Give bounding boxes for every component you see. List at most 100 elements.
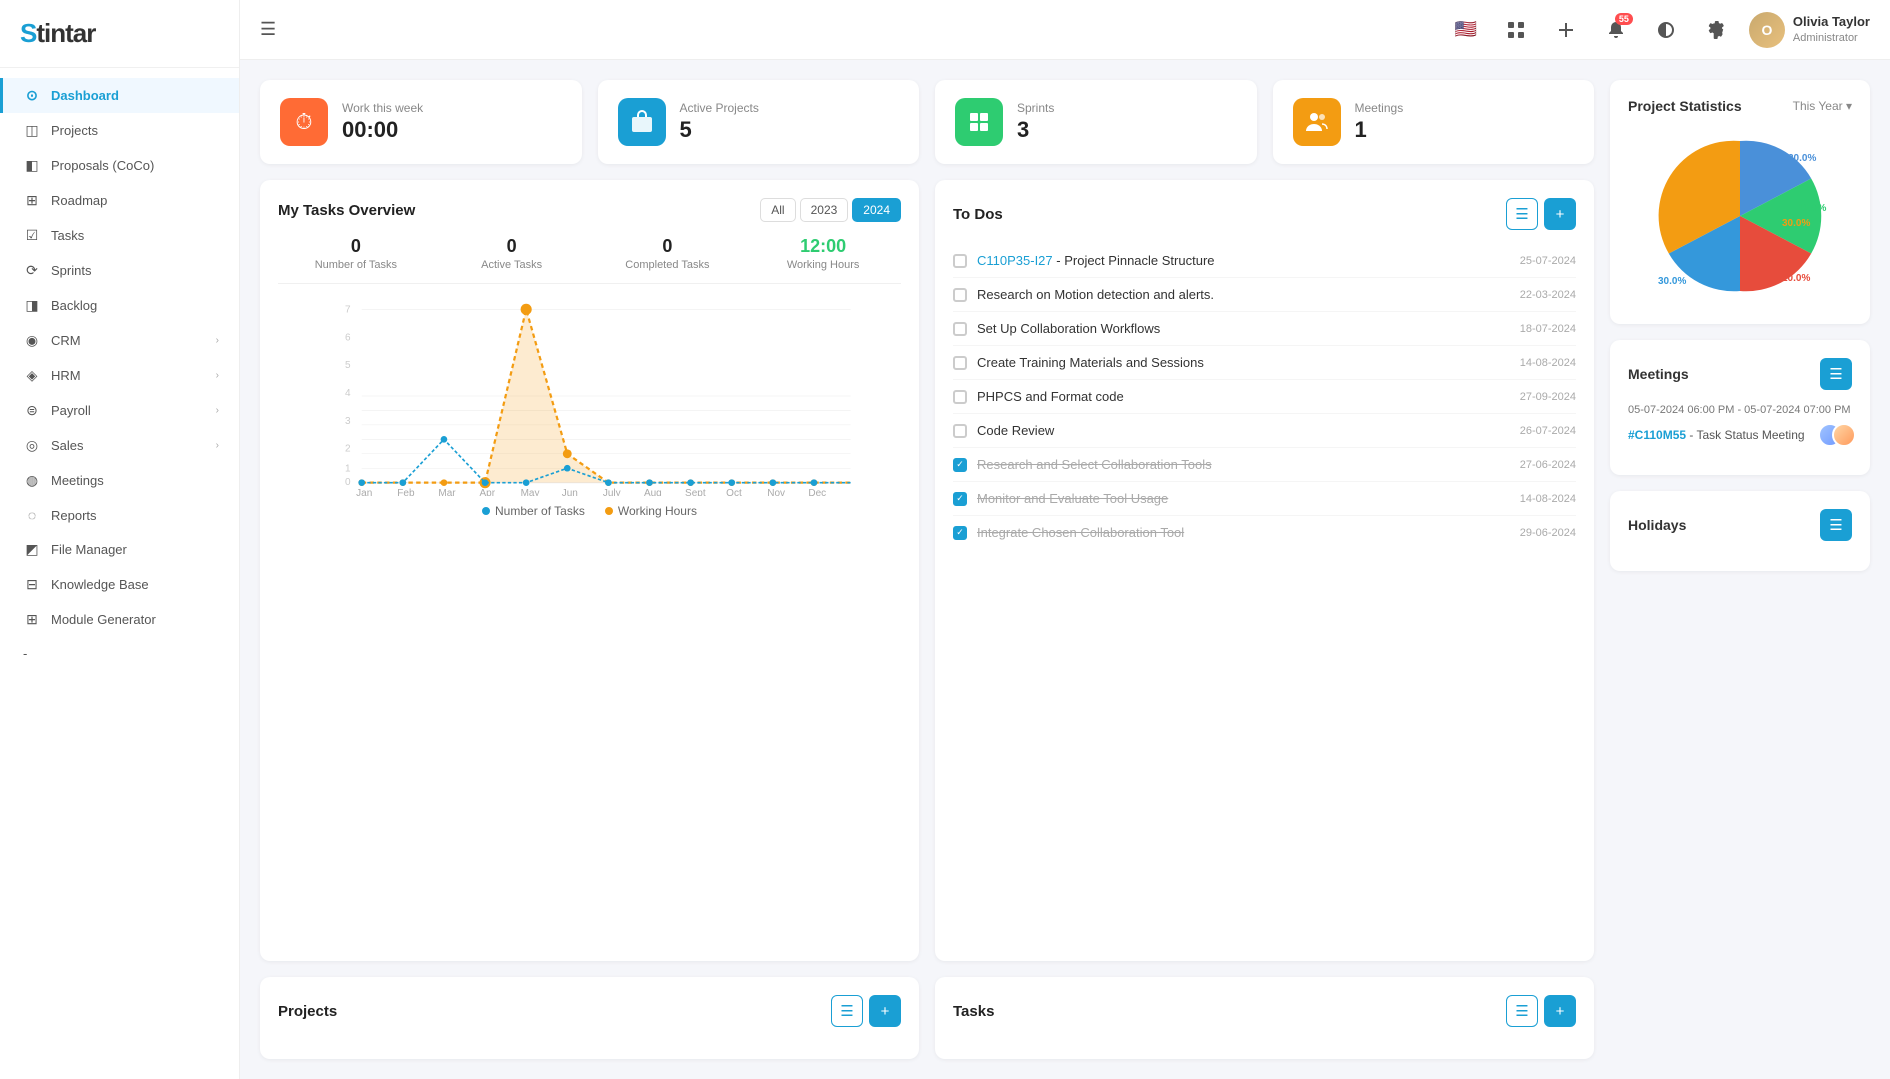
meetings-card: Meetings ☰ 05-07-2024 06:00 PM - 05-07-2… (1610, 340, 1870, 475)
svg-text:1: 1 (345, 464, 351, 475)
todo-check-7[interactable]: ✓ (953, 458, 967, 472)
meetings-value: 1 (1355, 117, 1404, 143)
sidebar-item-filemanager[interactable]: ◩ File Manager (0, 532, 239, 567)
sidebar-item-sprints[interactable]: ⟳ Sprints (0, 253, 239, 288)
tasks-stats-row: 0 Number of Tasks 0 Active Tasks 0 Compl… (278, 236, 901, 284)
sidebar-nav: ⊙ Dashboard ◫ Projects ◧ Proposals (CoCo… (0, 68, 239, 1079)
completed-tasks-cell: 0 Completed Tasks (590, 236, 746, 271)
svg-text:Apr: Apr (480, 488, 496, 496)
meeting-link-1[interactable]: #C110M55 (1628, 428, 1686, 442)
sidebar-item-crm[interactable]: ◉ CRM › (0, 323, 239, 358)
user-name: Olivia Taylor (1793, 14, 1870, 31)
active-tasks-cell: 0 Active Tasks (434, 236, 590, 271)
svg-text:10.0%: 10.0% (1798, 203, 1826, 214)
todo-item-7: ✓ Research and Select Collaboration Tool… (953, 448, 1576, 482)
sidebar-item-more[interactable]: - (0, 637, 239, 670)
projects-add-btn[interactable]: + (869, 995, 901, 1027)
content-area: ⏱ Work this week 00:00 Active Projects 5 (240, 60, 1890, 1079)
sidebar-item-label: HRM (51, 368, 206, 383)
holidays-list-btn[interactable]: ☰ (1820, 509, 1852, 541)
sidebar-item-label: Knowledge Base (51, 577, 219, 592)
tasks-panel-header: Tasks ☰ + (953, 995, 1576, 1027)
meetings-icon: ◍ (23, 472, 41, 489)
user-profile[interactable]: O Olivia Taylor Administrator (1749, 12, 1870, 48)
sidebar-item-payroll[interactable]: ⊜ Payroll › (0, 393, 239, 428)
todo-check-9[interactable]: ✓ (953, 526, 967, 540)
sprints-value: 3 (1017, 117, 1054, 143)
todo-check-1[interactable] (953, 254, 967, 268)
tasks-overview-panel: My Tasks Overview All 2023 2024 0 Number… (260, 180, 919, 961)
sidebar-item-label: Module Generator (51, 612, 219, 627)
stats-cards-row: ⏱ Work this week 00:00 Active Projects 5 (260, 80, 1594, 164)
sidebar-item-hrm[interactable]: ◈ HRM › (0, 358, 239, 393)
projects-icon: ◫ (23, 122, 41, 139)
holidays-title: Holidays (1628, 517, 1686, 533)
apps-icon[interactable] (1499, 13, 1533, 47)
sidebar-item-sales[interactable]: ◎ Sales › (0, 428, 239, 463)
proposals-icon: ◧ (23, 157, 41, 174)
tab-all[interactable]: All (760, 198, 795, 222)
sidebar-item-projects[interactable]: ◫ Projects (0, 113, 239, 148)
reports-icon: ◌ (23, 507, 41, 523)
svg-text:Mar: Mar (438, 488, 456, 496)
stat-card-meetings: Meetings 1 (1273, 80, 1595, 164)
sidebar-item-label: Meetings (51, 473, 219, 488)
projects-list-btn[interactable]: ☰ (831, 995, 863, 1027)
tasks-add-btn[interactable]: + (1544, 995, 1576, 1027)
modulegenerator-icon: ⊞ (23, 611, 41, 628)
roadmap-icon: ⊞ (23, 192, 41, 209)
year-filter[interactable]: This Year ▾ (1793, 99, 1852, 113)
flag-icon[interactable]: 🇺🇸 (1449, 13, 1483, 47)
todos-add-btn[interactable]: + (1544, 198, 1576, 230)
tasks-title: Tasks (953, 1003, 994, 1020)
todos-list-btn[interactable]: ☰ (1506, 198, 1538, 230)
tasks-list-btn[interactable]: ☰ (1506, 995, 1538, 1027)
svg-text:Jan: Jan (356, 488, 372, 496)
sidebar-item-dashboard[interactable]: ⊙ Dashboard (0, 78, 239, 113)
tab-2023[interactable]: 2023 (800, 198, 849, 222)
sidebar-item-label: Reports (51, 508, 219, 523)
sidebar-item-modulegenerator[interactable]: ⊞ Module Generator (0, 602, 239, 637)
todos-btn-group: ☰ + (1506, 198, 1576, 230)
notification-badge: 55 (1615, 13, 1633, 25)
todo-check-5[interactable] (953, 390, 967, 404)
crm-arrow: › (216, 335, 219, 346)
sidebar-item-label: Proposals (CoCo) (51, 158, 219, 173)
active-projects-icon (618, 98, 666, 146)
todo-check-4[interactable] (953, 356, 967, 370)
sidebar-item-label: File Manager (51, 542, 219, 557)
sidebar-item-roadmap[interactable]: ⊞ Roadmap (0, 183, 239, 218)
projects-panel-header: Projects ☰ + (278, 995, 901, 1027)
settings-icon[interactable] (1699, 13, 1733, 47)
todo-link-1[interactable]: C110P35-I27 (977, 253, 1053, 268)
todo-item-9: ✓ Integrate Chosen Collaboration Tool 29… (953, 516, 1576, 549)
svg-text:Nov: Nov (767, 488, 785, 496)
sidebar-item-meetings[interactable]: ◍ Meetings (0, 463, 239, 498)
todo-check-6[interactable] (953, 424, 967, 438)
plus-icon[interactable] (1549, 13, 1583, 47)
projects-title: Projects (278, 1003, 337, 1020)
sidebar-item-proposals[interactable]: ◧ Proposals (CoCo) (0, 148, 239, 183)
stat-card-sprints: Sprints 3 (935, 80, 1257, 164)
notification-icon[interactable]: 55 (1599, 13, 1633, 47)
sidebar-item-reports[interactable]: ◌ Reports (0, 498, 239, 532)
todo-check-3[interactable] (953, 322, 967, 336)
todo-item-5: PHPCS and Format code 27-09-2024 (953, 380, 1576, 414)
sidebar-item-knowledgebase[interactable]: ⊟ Knowledge Base (0, 567, 239, 602)
todo-check-8[interactable]: ✓ (953, 492, 967, 506)
todo-item-2: Research on Motion detection and alerts.… (953, 278, 1576, 312)
tasks-btn-group: ☰ + (1506, 995, 1576, 1027)
backlog-icon: ◨ (23, 297, 41, 314)
meetings-list-btn[interactable]: ☰ (1820, 358, 1852, 390)
todo-check-2[interactable] (953, 288, 967, 302)
menu-toggle-icon[interactable]: ☰ (260, 19, 276, 40)
sidebar-item-tasks[interactable]: ☑ Tasks (0, 218, 239, 253)
active-projects-value: 5 (680, 117, 759, 143)
avatar: O (1749, 12, 1785, 48)
project-statistics-card: Project Statistics This Year ▾ 20.0% (1610, 80, 1870, 324)
dark-mode-icon[interactable] (1649, 13, 1683, 47)
meetings-card-title: Meetings (1628, 366, 1689, 382)
projects-panel: Projects ☰ + (260, 977, 919, 1059)
tab-2024[interactable]: 2024 (852, 198, 901, 222)
sidebar-item-backlog[interactable]: ◨ Backlog (0, 288, 239, 323)
